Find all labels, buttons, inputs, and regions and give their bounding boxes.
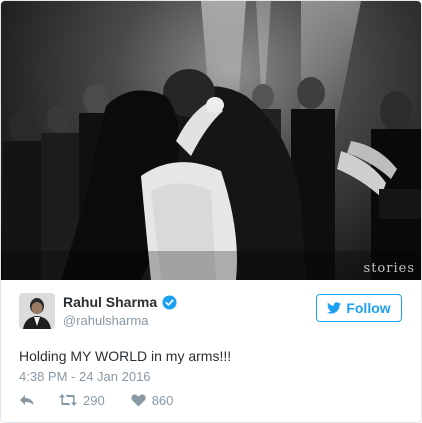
tweet-timestamp[interactable]: 4:38 PM - 24 Jan 2016 bbox=[19, 369, 151, 384]
like-count: 860 bbox=[151, 392, 174, 408]
tweet-photo[interactable]: stories bbox=[1, 1, 421, 280]
avatar[interactable] bbox=[19, 293, 55, 329]
tweet-card: stories Rahul Sharma @rahulsharma Follow bbox=[0, 0, 422, 423]
author-name[interactable]: Rahul Sharma bbox=[63, 294, 157, 310]
tweet-actions: 290 860 bbox=[19, 391, 173, 409]
heart-icon bbox=[131, 393, 146, 407]
follow-label: Follow bbox=[346, 300, 391, 316]
verified-badge-icon bbox=[162, 294, 177, 310]
avatar-image bbox=[19, 293, 55, 329]
tweet-text: Holding MY WORLD in my arms!!! bbox=[19, 348, 232, 364]
author-handle[interactable]: @rahulsharma bbox=[63, 313, 148, 328]
twitter-bird-icon bbox=[327, 302, 342, 314]
author-name-row: Rahul Sharma bbox=[63, 294, 177, 310]
retweet-button[interactable]: 290 bbox=[59, 393, 105, 408]
reply-button[interactable] bbox=[19, 393, 35, 407]
retweet-icon bbox=[59, 394, 77, 406]
photo-watermark: stories bbox=[363, 261, 415, 276]
reply-icon bbox=[20, 395, 34, 405]
retweet-count: 290 bbox=[83, 392, 105, 408]
follow-button[interactable]: Follow bbox=[316, 294, 402, 322]
photo-scene bbox=[1, 1, 421, 280]
like-button[interactable]: 860 bbox=[131, 392, 174, 408]
